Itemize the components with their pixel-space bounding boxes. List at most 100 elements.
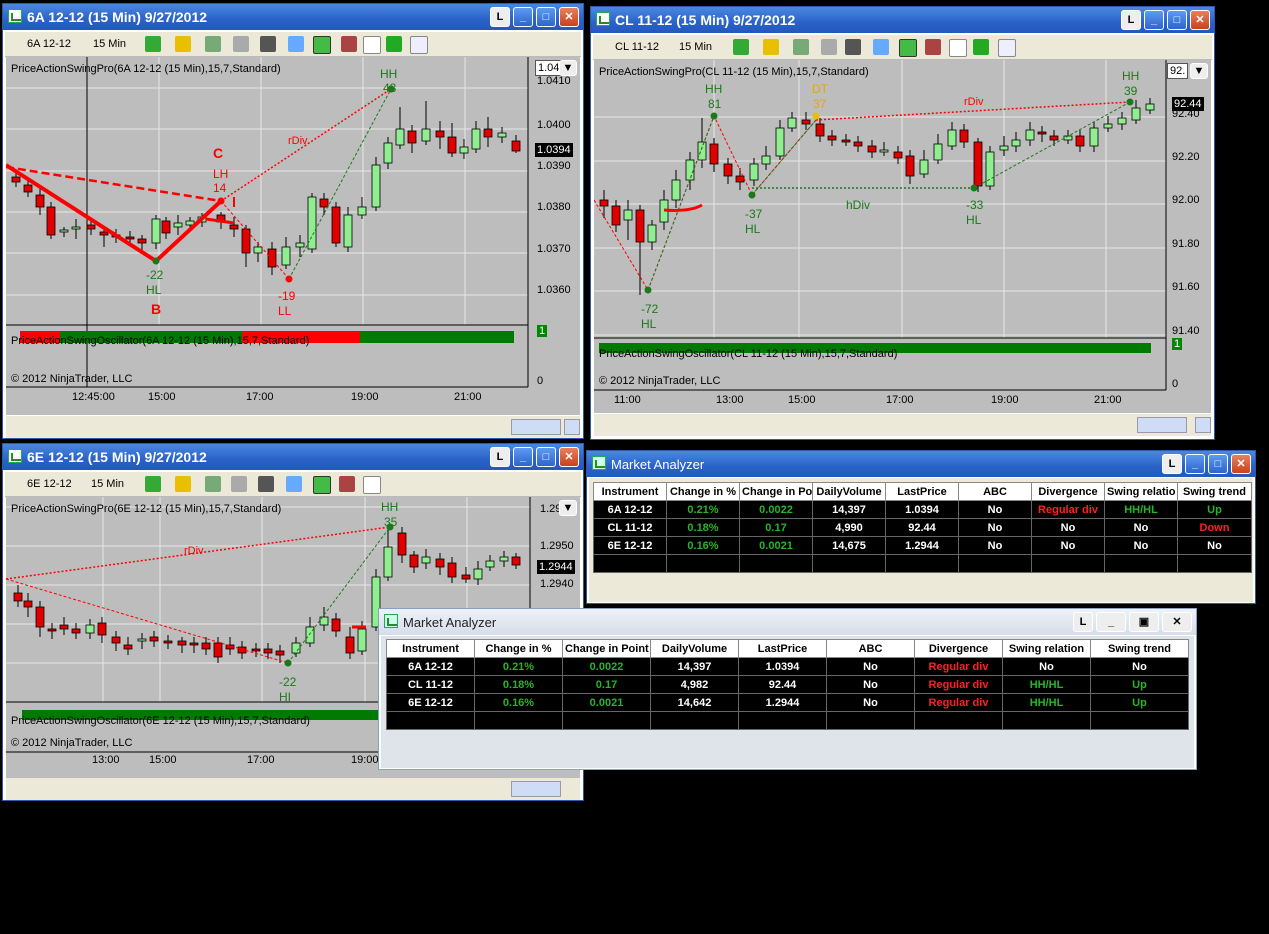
table-row[interactable]: 6E 12-12 0.16% 0.0021 14,642 1.2944 No R… [386,693,1189,712]
column-header[interactable]: Change in % [474,639,563,658]
empty-row[interactable] [593,554,1252,573]
interval-selector[interactable]: 15 Min [93,38,126,50]
zoom-out-icon[interactable] [821,39,837,55]
column-header[interactable]: Change in Point [562,639,651,658]
zoom-out-icon[interactable] [233,36,249,52]
column-header[interactable]: Swing relation [1002,639,1091,658]
empty-row[interactable] [386,711,1189,730]
dollar-icon[interactable] [973,39,989,55]
chart-scrollbar[interactable] [6,778,580,800]
title-bar[interactable]: Market Analyzer L _ ▣ ✕ [379,609,1196,635]
column-header[interactable]: DailyVolume [650,639,739,658]
draw-pencil-icon[interactable] [175,36,191,52]
column-header[interactable]: LastPrice [738,639,827,658]
column-header[interactable]: Swing trend [1177,482,1252,501]
chart-scrollbar[interactable] [6,416,580,438]
strategies-icon[interactable] [925,39,941,55]
link-button[interactable]: L [1121,10,1141,30]
column-header[interactable]: Instrument [593,482,667,501]
minimize-icon[interactable]: _ [1185,454,1205,474]
link-button[interactable]: L [1162,454,1182,474]
table-row[interactable]: 6E 12-12 0.16% 0.0021 14,675 1.2944 No N… [593,536,1252,555]
instrument-selector[interactable]: 6E 12-12 [27,478,72,490]
chart-trader-icon[interactable] [949,39,967,57]
column-header[interactable]: Change in Po [739,482,813,501]
zoom-in-icon[interactable] [793,39,809,55]
link-button[interactable]: L [1073,612,1093,632]
indicators-icon[interactable] [313,476,331,494]
chart-scrollbar[interactable] [594,414,1211,436]
column-header[interactable]: Divergence [1031,482,1105,501]
column-header[interactable]: LastPrice [885,482,959,501]
title-bar[interactable]: 6E 12-12 (15 Min) 9/27/2012 L _ □ ✕ [3,444,583,470]
instrument-selector[interactable]: 6A 12-12 [27,38,71,50]
magnify-icon[interactable] [288,36,304,52]
properties-icon[interactable] [410,36,428,54]
strategies-icon[interactable] [341,36,357,52]
column-header[interactable]: ABC [958,482,1032,501]
table-row[interactable]: 6A 12-12 0.21% 0.0022 14,397 1.0394 No R… [593,500,1252,519]
column-header[interactable]: Divergence [914,639,1003,658]
maximize-icon[interactable]: □ [1167,10,1187,30]
minimize-icon[interactable]: _ [1144,10,1164,30]
chevron-down-icon[interactable]: ▼ [1190,63,1208,79]
crosshair-icon[interactable] [258,476,274,492]
zoom-out-icon[interactable] [231,476,247,492]
bar-type-icon[interactable] [733,39,749,55]
draw-pencil-icon[interactable] [175,476,191,492]
scrollbar-thumb[interactable] [1137,417,1187,433]
price-chart[interactable]: PriceActionSwingPro(CL 11-12 (15 Min),15… [594,60,1211,413]
scrollbar-thumb[interactable] [511,781,561,797]
magnify-icon[interactable] [873,39,889,55]
table-row[interactable]: CL 11-12 0.18% 0.17 4,982 92.44 No Regul… [386,675,1189,694]
bar-type-icon[interactable] [145,36,161,52]
title-bar[interactable]: Market Analyzer L _ □ ✕ [587,451,1255,477]
column-header[interactable]: Swing relatio [1104,482,1178,501]
column-header[interactable]: Swing trend [1090,639,1189,658]
link-button[interactable]: L [490,447,510,467]
title-bar[interactable]: CL 11-12 (15 Min) 9/27/2012 L _ □ ✕ [591,7,1214,33]
indicators-icon[interactable] [899,39,917,57]
interval-selector[interactable]: 15 Min [679,41,712,53]
restore-icon[interactable]: ▣ [1129,612,1159,632]
draw-pencil-icon[interactable] [763,39,779,55]
chart-trader-icon[interactable] [363,36,381,54]
dollar-icon[interactable] [386,36,402,52]
column-header[interactable]: ABC [826,639,915,658]
instrument-selector[interactable]: CL 11-12 [615,41,659,53]
minimize-icon[interactable]: _ [1096,612,1126,632]
maximize-icon[interactable]: □ [536,7,556,27]
scrollbar-thumb[interactable] [511,419,561,435]
minimize-icon[interactable]: _ [513,447,533,467]
title-bar[interactable]: 6A 12-12 (15 Min) 9/27/2012 L _ □ ✕ [3,4,583,30]
strategies-icon[interactable] [339,476,355,492]
price-chart[interactable]: PriceActionSwingPro(6A 12-12 (15 Min),15… [6,57,580,415]
table-row[interactable]: 6A 12-12 0.21% 0.0022 14,397 1.0394 No R… [386,657,1189,676]
close-icon[interactable]: ✕ [559,447,579,467]
chevron-down-icon[interactable]: ▼ [559,60,577,76]
chart-trader-icon[interactable] [363,476,381,494]
column-header[interactable]: Instrument [386,639,475,658]
zoom-in-icon[interactable] [205,36,221,52]
crosshair-icon[interactable] [260,36,276,52]
column-header[interactable]: Change in % [666,482,740,501]
maximize-icon[interactable]: □ [536,447,556,467]
close-icon[interactable]: ✕ [1231,454,1251,474]
crosshair-icon[interactable] [845,39,861,55]
properties-icon[interactable] [998,39,1016,57]
close-icon[interactable]: ✕ [559,7,579,27]
bar-type-icon[interactable] [145,476,161,492]
link-button[interactable]: L [490,7,510,27]
magnify-icon[interactable] [286,476,302,492]
close-icon[interactable]: ✕ [1162,612,1192,632]
table-row[interactable]: CL 11-12 0.18% 0.17 4,990 92.44 No No No… [593,518,1252,537]
maximize-icon[interactable]: □ [1208,454,1228,474]
zoom-in-icon[interactable] [205,476,221,492]
minimize-icon[interactable]: _ [513,7,533,27]
scroll-right-icon[interactable] [1195,417,1211,433]
close-icon[interactable]: ✕ [1190,10,1210,30]
interval-selector[interactable]: 15 Min [91,478,124,490]
indicators-icon[interactable] [313,36,331,54]
scroll-right-icon[interactable] [564,419,580,435]
column-header[interactable]: DailyVolume [812,482,886,501]
